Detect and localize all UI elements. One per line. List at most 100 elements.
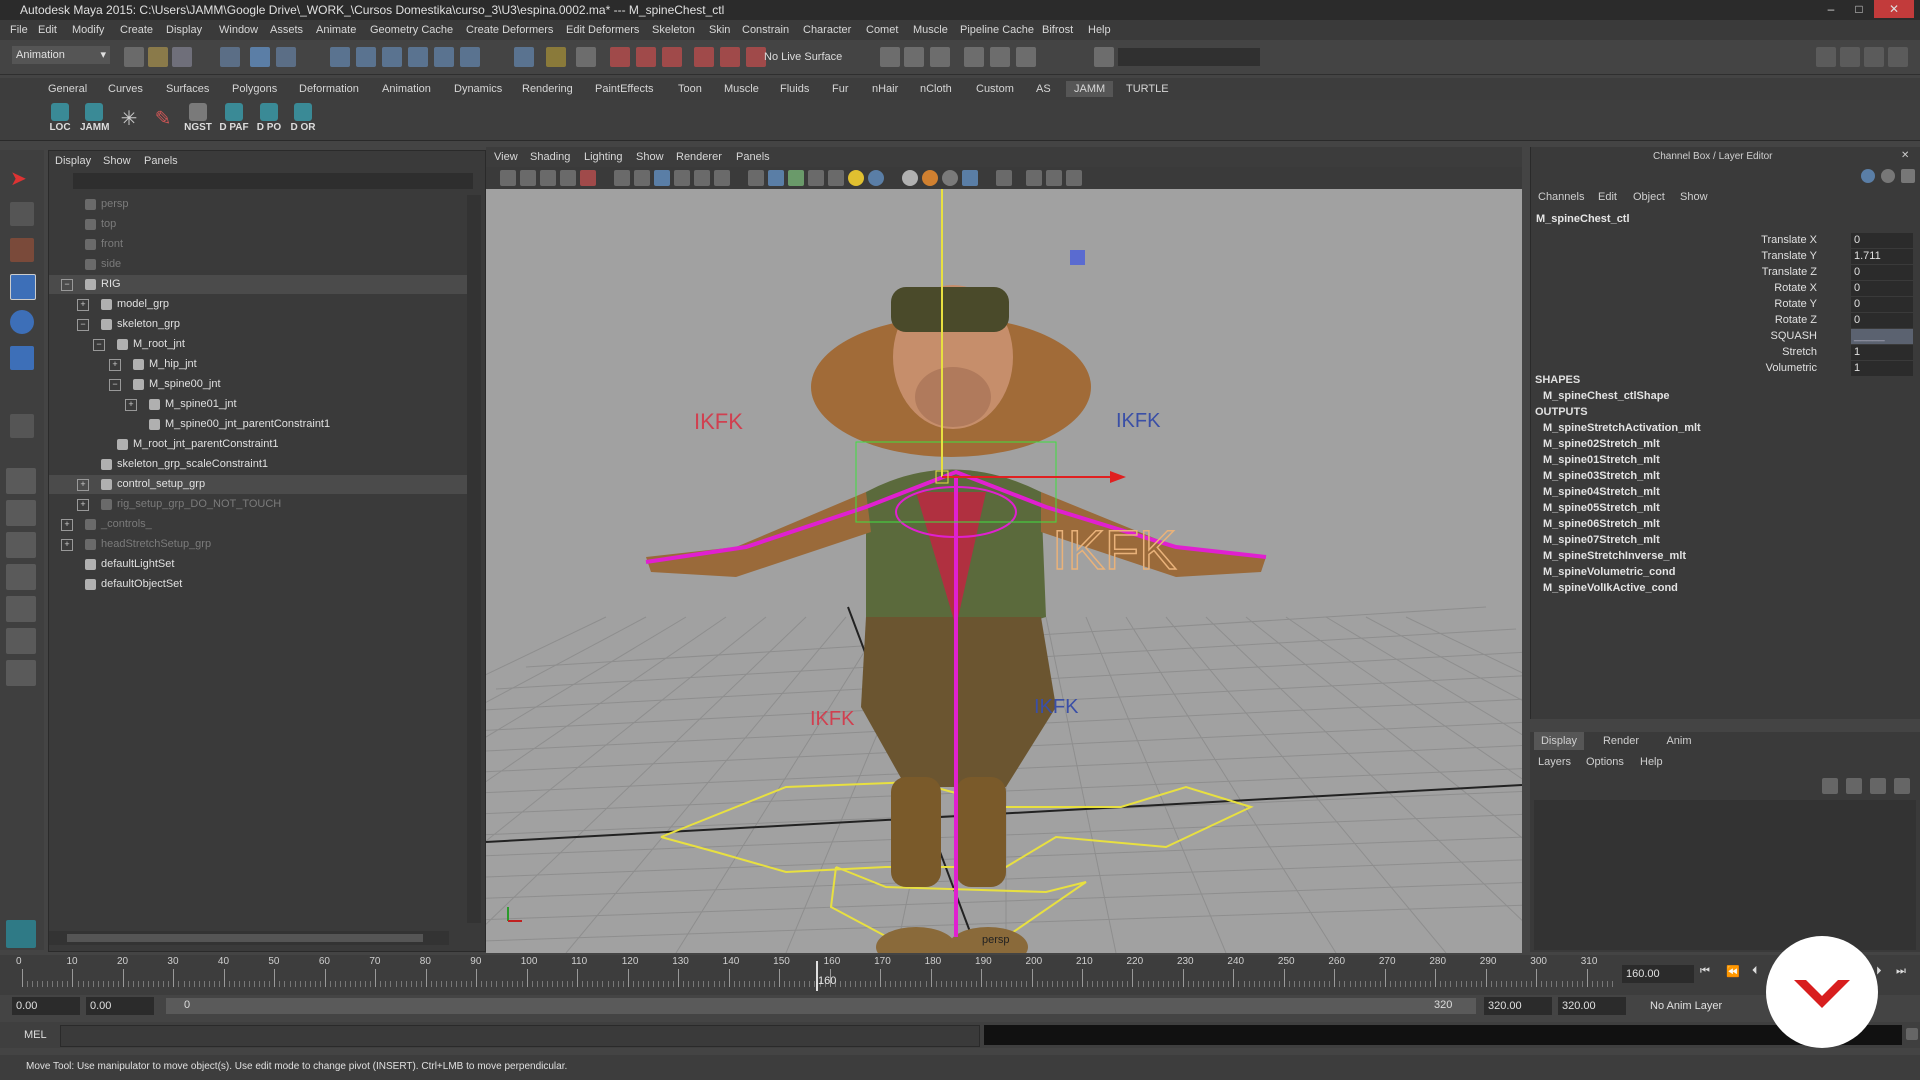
channel-row[interactable]: Translate X 0 [1535,233,1915,249]
viewport-menu-show[interactable]: Show [636,151,664,163]
layout-fourview-icon[interactable] [6,500,36,526]
output-node[interactable]: M_spine07Stretch_mlt [1543,534,1660,546]
menu-pipeline-cache[interactable]: Pipeline Cache [960,24,1034,36]
menu-window[interactable]: Window [219,24,258,36]
layers-menu[interactable]: Layers [1538,756,1571,768]
outliner-item[interactable]: + headStretchSetup_grp [49,535,467,554]
menu-constrain[interactable]: Constrain [742,24,789,36]
outliner-item[interactable]: top [49,215,467,234]
menu-create[interactable]: Create [120,24,153,36]
tab-curves[interactable]: Curves [108,83,143,95]
anim-layer-dropdown[interactable]: No Anim Layer [1646,997,1766,1015]
edit-menu[interactable]: Edit [1598,191,1617,203]
layout-side-icon[interactable] [1864,47,1884,67]
search-icon[interactable] [1094,47,1114,67]
menu-display[interactable]: Display [166,24,202,36]
select-hierarchy-icon[interactable] [220,47,240,67]
channel-value-field[interactable]: 1.711 [1851,249,1913,264]
outliner-item[interactable]: defaultObjectSet [49,575,467,594]
collapse-icon[interactable]: − [61,279,73,291]
layout-single-icon[interactable] [1816,47,1836,67]
film-gate-icon[interactable] [634,170,650,186]
channel-box-toggle-icon[interactable] [990,47,1010,67]
channel-row[interactable]: SQUASH _____ [1535,329,1915,345]
outliner-horizontal-scrollbar[interactable] [49,931,449,945]
tab-ncloth[interactable]: nCloth [920,83,952,95]
outliner-item[interactable]: − RIG [49,275,467,294]
tab-fur[interactable]: Fur [832,83,849,95]
output-node[interactable]: M_spine05Stretch_mlt [1543,502,1660,514]
menu-comet[interactable]: Comet [866,24,898,36]
tab-display-layers[interactable]: Display [1534,732,1584,750]
tab-general[interactable]: General [48,83,87,95]
snap-curve-icon[interactable] [356,47,376,67]
tab-render-layers[interactable]: Render [1596,732,1646,750]
new-layer-icon[interactable] [1870,778,1886,794]
shelf-button-loc[interactable]: LOC [46,103,74,137]
render-view-icon[interactable] [636,47,656,67]
menu-muscle[interactable]: Muscle [913,24,948,36]
go-to-start-icon[interactable]: ⏮ [1700,965,1710,978]
xray-components-icon[interactable] [1066,170,1082,186]
snap-view-icon[interactable] [460,47,480,67]
layer-list[interactable] [1534,800,1916,950]
playback-start-field[interactable]: 0.00 [86,997,154,1015]
outliner-item[interactable]: + model_grp [49,295,467,314]
anti-aliasing-icon[interactable] [942,170,958,186]
scale-tool-icon[interactable] [10,346,34,370]
tab-surfaces[interactable]: Surfaces [166,83,209,95]
rotate-tool-icon[interactable] [10,310,34,334]
channel-value-field[interactable]: 1 [1851,361,1913,376]
menu-edit-deformers[interactable]: Edit Deformers [566,24,639,36]
shape-node[interactable]: M_spineChest_ctlShape [1543,390,1670,402]
modeling-toolkit-icon[interactable] [1016,47,1036,67]
textured-icon[interactable] [808,170,824,186]
output-node[interactable]: M_spine06Stretch_mlt [1543,518,1660,530]
menu-create-deformers[interactable]: Create Deformers [466,24,553,36]
show-menu[interactable]: Show [1680,191,1708,203]
snap-plane-icon[interactable] [408,47,428,67]
default-lighting-icon[interactable] [848,170,864,186]
snap-surface-icon[interactable] [434,47,454,67]
tab-polygons[interactable]: Polygons [232,83,277,95]
expand-icon[interactable]: + [61,519,73,531]
outliner-item[interactable]: − M_spine00_jnt [49,375,467,394]
select-camera-icon[interactable] [500,170,516,186]
layout-four-icon[interactable] [1840,47,1860,67]
object-menu[interactable]: Object [1633,191,1665,203]
tab-anim-layers[interactable]: Anim [1654,732,1704,750]
tool-settings-toggle-icon[interactable] [964,47,984,67]
channel-row[interactable]: Rotate Y 0 [1535,297,1915,313]
scene-start-field[interactable]: 0.00 [12,997,80,1015]
outliner-item[interactable]: − skeleton_grp [49,315,467,334]
outliner-item[interactable]: + M_spine01_jnt [49,395,467,414]
xray-joints-icon[interactable] [1046,170,1062,186]
tab-custom[interactable]: Custom [976,83,1014,95]
skeleton-tool-icon[interactable]: ✳ [116,106,142,132]
outliner-menu-panels[interactable]: Panels [144,155,178,167]
channels-menu[interactable]: Channels [1538,191,1584,203]
channel-value-field[interactable]: _____ [1851,329,1913,344]
viewport-menu-shading[interactable]: Shading [530,151,570,163]
help-menu[interactable]: Help [1640,756,1663,768]
input-ops-icon[interactable] [904,47,924,67]
outliner-item[interactable]: + M_hip_jnt [49,355,467,374]
checker-icon[interactable] [828,170,844,186]
time-ruler[interactable]: 0 10 20 30 40 50 60 70 80 90 100 110 120 130 140 150 160… [0,955,1620,995]
viewport-menu-view[interactable]: View [494,151,518,163]
layout-graph-icon[interactable] [6,564,36,590]
outliner-item[interactable]: + control_setup_grp [49,475,467,494]
outliner-item[interactable]: M_root_jnt_parentConstraint1 [49,435,467,454]
outliner-menu-show[interactable]: Show [103,155,131,167]
outliner-item[interactable]: side [49,255,467,274]
channel-row[interactable]: Rotate X 0 [1535,281,1915,297]
close-button[interactable]: ✕ [1874,0,1914,18]
tab-turtle[interactable]: TURTLE [1126,83,1169,95]
output-node[interactable]: M_spineStretchInverse_mlt [1543,550,1686,562]
quick-selection-input[interactable] [1118,48,1260,66]
tab-painteffects[interactable]: PaintEffects [595,83,654,95]
select-object-icon[interactable] [250,47,270,67]
camera-attributes-icon[interactable] [520,170,536,186]
channel-row[interactable]: Volumetric 1 [1535,361,1915,377]
open-scene-icon[interactable] [148,47,168,67]
